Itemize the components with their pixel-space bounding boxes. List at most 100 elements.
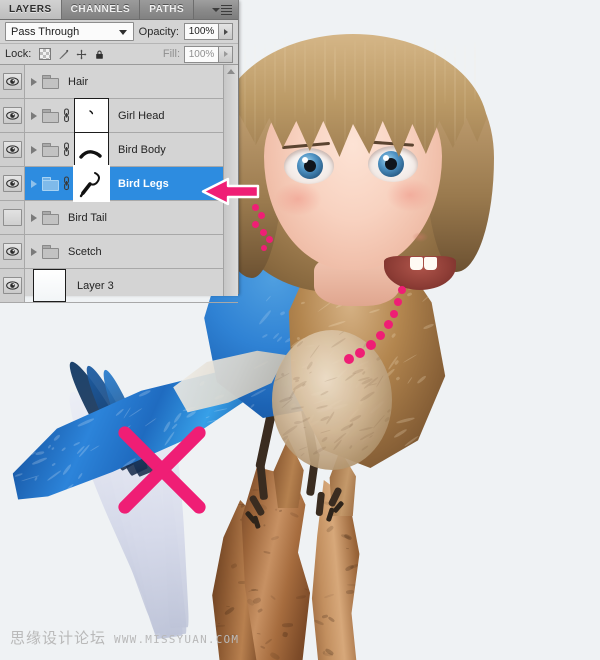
lock-label: Lock: xyxy=(5,48,31,60)
feather-texture xyxy=(222,416,229,424)
group-expand-toggle[interactable] xyxy=(25,78,42,86)
watermark-en: WWW.MISSYUAN.COM xyxy=(114,633,239,646)
feather-texture xyxy=(26,372,35,383)
feather-texture xyxy=(214,408,228,412)
lock-image-icon[interactable] xyxy=(58,49,69,60)
feather-texture xyxy=(394,359,399,365)
feather-texture xyxy=(361,444,369,451)
opacity-stepper[interactable] xyxy=(219,23,233,40)
layer-row-scetch[interactable]: Scetch xyxy=(0,235,238,269)
lock-position-icon[interactable] xyxy=(76,49,87,60)
pink-arrow-pointer xyxy=(198,176,262,207)
eye-glint-right xyxy=(383,155,389,161)
layer-row-girl-head[interactable]: Girl Head xyxy=(0,99,238,133)
layer-visibility-toggle[interactable] xyxy=(0,65,25,98)
layer-visibility-toggle[interactable] xyxy=(0,201,25,234)
hair-strand xyxy=(274,41,276,128)
feather-texture xyxy=(306,360,313,369)
eye-left xyxy=(284,148,334,184)
group-expand-toggle[interactable] xyxy=(25,112,42,120)
bark-texture xyxy=(354,599,359,603)
feather-texture xyxy=(250,404,255,409)
layer-visibility-toggle[interactable] xyxy=(0,133,25,166)
eye-icon[interactable] xyxy=(3,277,22,294)
eye-icon[interactable] xyxy=(3,175,22,192)
group-expand-toggle[interactable] xyxy=(25,214,42,222)
bark-texture xyxy=(300,541,306,547)
feather-texture xyxy=(16,449,29,464)
layer-visibility-toggle[interactable] xyxy=(0,269,25,302)
feather-texture xyxy=(32,457,47,465)
feather-texture xyxy=(316,405,328,410)
eye-icon[interactable] xyxy=(3,73,22,90)
fill-stepper[interactable] xyxy=(219,46,233,63)
opacity-input[interactable]: 100% xyxy=(184,23,219,40)
opacity-label: Opacity: xyxy=(139,26,179,38)
group-expand-toggle[interactable] xyxy=(25,248,42,256)
panel-menu-icon[interactable] xyxy=(206,0,238,19)
lock-all-icon[interactable] xyxy=(94,49,105,60)
eye-icon[interactable] xyxy=(3,141,22,158)
bark-texture xyxy=(346,548,349,550)
layer-mask-thumbnail[interactable] xyxy=(74,166,109,201)
layer-thumbnail[interactable] xyxy=(33,269,66,302)
layer-row-layer-3[interactable]: Layer 3 xyxy=(0,269,238,303)
hair-strand xyxy=(294,38,296,120)
lock-transparency-icon[interactable] xyxy=(39,48,51,60)
fill-input[interactable]: 100% xyxy=(184,46,219,63)
feather-texture xyxy=(77,417,95,427)
layer-row-hair[interactable]: Hair xyxy=(0,65,238,99)
scroll-up-arrow-icon[interactable] xyxy=(227,69,235,74)
eye-off-icon[interactable] xyxy=(3,209,22,226)
feather-texture xyxy=(369,309,381,314)
hair-strand xyxy=(384,39,386,123)
folder-icon xyxy=(42,143,59,156)
feather-texture xyxy=(331,338,346,349)
feather-texture xyxy=(34,477,38,482)
hair-strand xyxy=(404,42,406,132)
feather-texture xyxy=(24,434,35,443)
feather-texture xyxy=(426,427,435,437)
path-dot xyxy=(376,331,385,340)
bark-texture xyxy=(314,620,324,627)
tab-paths[interactable]: PATHS xyxy=(140,0,194,19)
feather-texture xyxy=(231,485,239,490)
layer-mask-thumbnail[interactable] xyxy=(74,98,109,133)
tab-layers[interactable]: LAYERS xyxy=(0,0,62,19)
layer-name: Scetch xyxy=(68,246,102,258)
group-expand-toggle[interactable] xyxy=(25,180,42,188)
bark-texture xyxy=(361,557,371,564)
eye-icon[interactable] xyxy=(3,107,22,124)
girl-head xyxy=(218,34,488,304)
hair-strand xyxy=(264,43,266,132)
hair-strand xyxy=(434,38,436,135)
feather-texture xyxy=(15,442,23,446)
chevron-right-icon xyxy=(31,146,37,154)
feather-texture xyxy=(386,409,390,413)
feather-texture xyxy=(321,436,328,443)
layer-mask-thumbnail[interactable] xyxy=(74,132,109,167)
hamburger-icon xyxy=(221,5,232,15)
feather-texture xyxy=(36,409,45,414)
layer-row-bird-body[interactable]: Bird Body xyxy=(0,133,238,167)
group-expand-toggle[interactable] xyxy=(25,146,42,154)
mask-link-icon[interactable] xyxy=(62,176,71,191)
mask-link-icon[interactable] xyxy=(62,142,71,157)
layer-visibility-toggle[interactable] xyxy=(0,235,25,268)
cheek-left xyxy=(274,182,322,216)
feather-texture xyxy=(237,415,245,420)
tab-channels[interactable]: CHANNELS xyxy=(62,0,141,19)
hair-strand xyxy=(444,46,446,104)
feather-texture xyxy=(309,372,313,375)
feather-texture xyxy=(13,427,21,432)
mask-link-icon[interactable] xyxy=(62,108,71,123)
layer-visibility-toggle[interactable] xyxy=(0,99,25,132)
chevron-right-icon xyxy=(31,78,37,86)
layer-visibility-toggle[interactable] xyxy=(0,167,25,200)
path-dot xyxy=(366,340,376,350)
eye-icon[interactable] xyxy=(3,243,22,260)
feather-texture xyxy=(237,449,242,455)
feather-texture xyxy=(62,464,72,476)
bark-texture xyxy=(322,652,332,657)
blend-mode-select[interactable]: Pass Through xyxy=(5,22,134,41)
